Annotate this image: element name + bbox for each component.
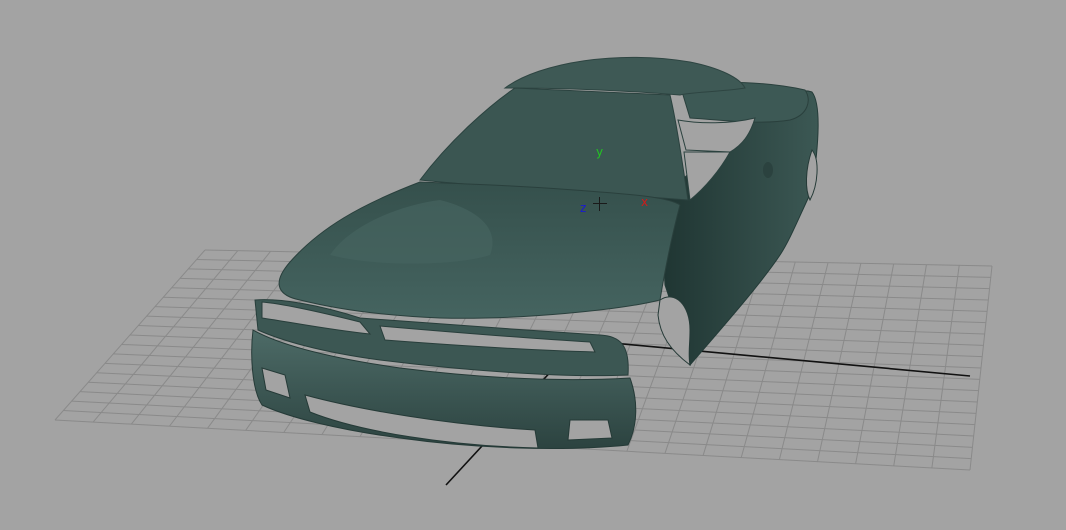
car-front-wheel-arch	[657, 296, 691, 367]
axis-label-y: y	[596, 145, 604, 159]
axis-label-z: z	[580, 201, 587, 215]
car-body-model[interactable]	[0, 0, 1066, 530]
axis-label-x: x	[641, 195, 649, 209]
3d-viewport[interactable]: y x z	[0, 0, 1066, 530]
pivot-crosshair-icon[interactable]	[593, 197, 607, 211]
car-side-mirror	[763, 162, 773, 178]
car-fog-light-right	[567, 419, 613, 441]
